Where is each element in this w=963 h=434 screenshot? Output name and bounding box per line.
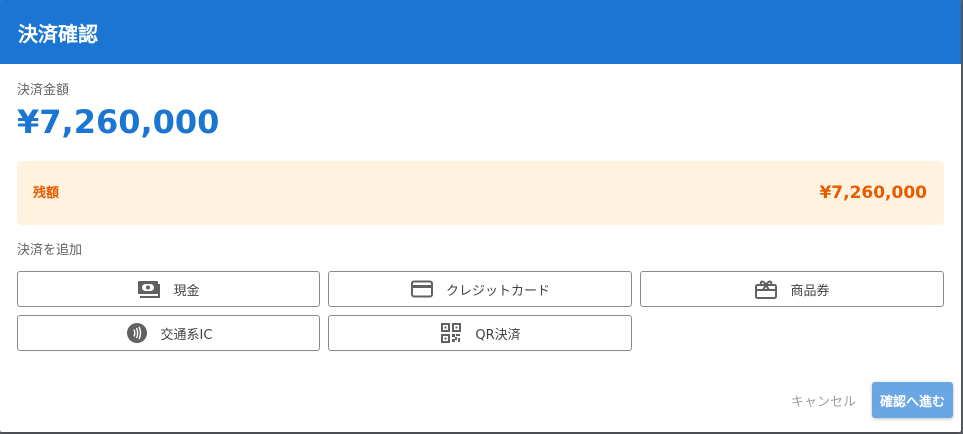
remaining-balance-value: ¥7,260,000 (819, 183, 927, 203)
dialog-footer: キャンセル 確認へ進む (783, 382, 953, 418)
credit-card-button-label: クレジットカード (445, 283, 550, 299)
payment-amount-label: 決済金額 (17, 83, 70, 98)
gift-card-button[interactable]: 商品券 (640, 271, 944, 307)
qr-payment-button[interactable]: QR決済 (328, 315, 632, 351)
cash-button[interactable]: 現金 (17, 271, 320, 307)
dialog-content: 決済金額 ¥7,260,000 残額 ¥7,260,000 決済を追加 現金 ク… (0, 64, 961, 351)
payment-confirm-dialog: 決済確認 決済金額 ¥7,260,000 残額 ¥7,260,000 決済を追加 (0, 0, 961, 432)
contactless-icon (125, 321, 149, 345)
transit-ic-button-label: 交通系IC (160, 327, 213, 343)
payment-amount-value: ¥7,260,000 (17, 103, 220, 141)
remaining-balance-panel: 残額 ¥7,260,000 (17, 161, 944, 225)
credit-card-icon (410, 277, 434, 301)
remaining-balance-label: 残額 (33, 185, 60, 201)
transit-ic-button[interactable]: 交通系IC (17, 315, 320, 351)
cash-icon (137, 277, 161, 301)
gift-card-icon (754, 277, 778, 301)
dialog-header: 決済確認 (0, 0, 961, 64)
cash-button-label: 現金 (173, 283, 200, 299)
proceed-to-confirm-button[interactable]: 確認へ進む (871, 382, 953, 418)
qr-code-icon (439, 321, 463, 345)
add-payment-label: 決済を追加 (17, 243, 83, 258)
payment-method-grid: 現金 クレジットカード 商品券 交通系IC QR決済 (17, 271, 944, 351)
qr-payment-button-label: QR決済 (475, 327, 521, 343)
cancel-button[interactable]: キャンセル (783, 382, 864, 418)
gift-card-button-label: 商品券 (790, 283, 830, 299)
credit-card-button[interactable]: クレジットカード (328, 271, 632, 307)
dialog-title: 決済確認 (18, 21, 98, 46)
